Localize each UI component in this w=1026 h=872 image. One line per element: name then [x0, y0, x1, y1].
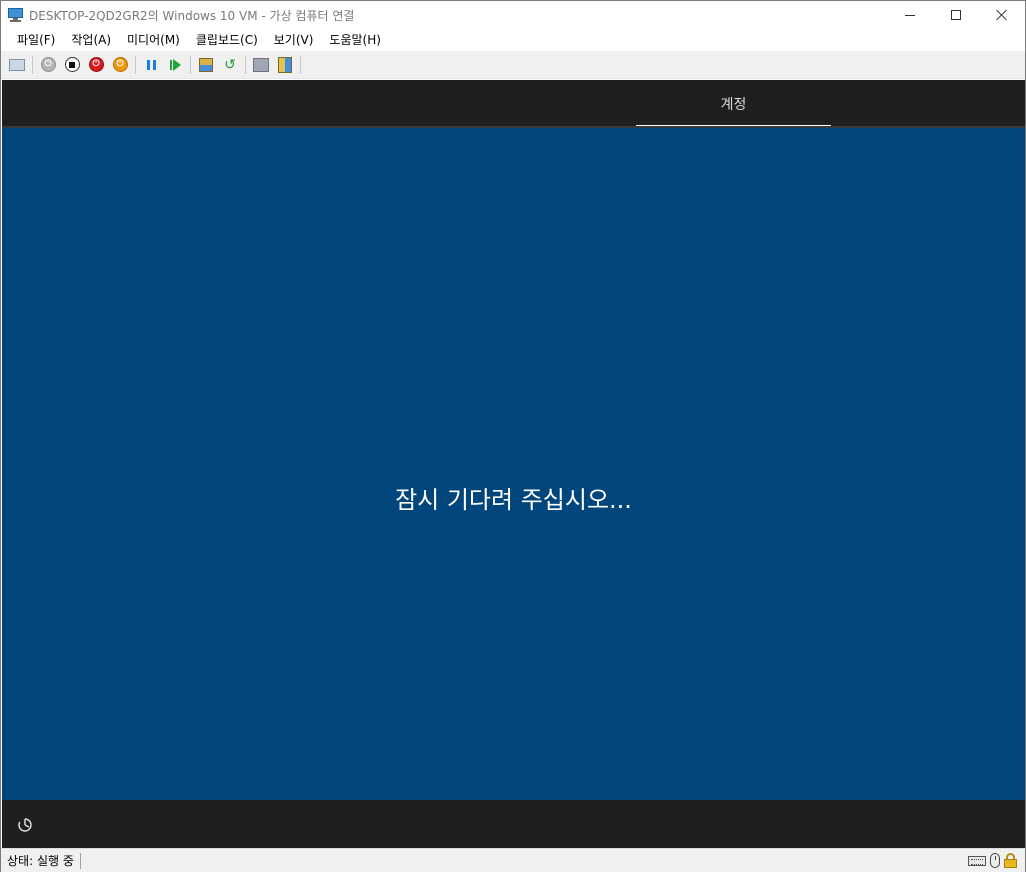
close-button[interactable] — [979, 1, 1025, 29]
ctrl-alt-del-button[interactable] — [5, 54, 29, 76]
ease-of-access-icon[interactable] — [16, 816, 34, 834]
mouse-icon — [990, 853, 1000, 868]
enhanced-session-button[interactable] — [249, 54, 273, 76]
shut-down-icon: ⏻ — [88, 57, 104, 72]
maximize-button[interactable] — [933, 1, 979, 29]
toolbar-separator — [135, 55, 136, 74]
tab-account-label: 계정 — [720, 97, 747, 113]
share-icon — [278, 56, 292, 73]
ctrl-alt-del-icon — [9, 58, 25, 71]
toolbar-separator — [300, 55, 301, 74]
toolbar-separator — [32, 55, 33, 74]
close-icon — [996, 9, 1008, 21]
oobe-footer — [2, 800, 1025, 848]
keyboard-icon — [968, 855, 986, 866]
minimize-icon — [905, 14, 915, 16]
tab-account[interactable]: 계정 — [636, 80, 831, 128]
menu-file[interactable]: 파일(F) — [9, 29, 63, 51]
pause-button[interactable] — [139, 54, 163, 76]
menu-clipboard[interactable]: 클립보드(C) — [188, 29, 266, 51]
resume-button[interactable] — [163, 54, 187, 76]
start-icon: ⏻ — [40, 57, 56, 72]
header-divider — [2, 126, 1025, 128]
window-controls — [887, 1, 1025, 29]
turn-off-icon — [64, 57, 80, 72]
revert-button[interactable]: ↺ — [218, 54, 242, 76]
maximize-icon — [951, 10, 961, 20]
revert-icon: ↺ — [224, 56, 236, 73]
turn-off-button[interactable] — [60, 54, 84, 76]
checkpoint-icon — [199, 57, 213, 72]
toolbar-separator — [245, 55, 246, 74]
minimize-button[interactable] — [887, 1, 933, 29]
menu-view[interactable]: 보기(V) — [266, 29, 322, 51]
status-text: 상태: 실행 중 — [7, 852, 81, 869]
shut-down-button[interactable]: ⏻ — [84, 54, 108, 76]
resume-icon — [169, 58, 181, 71]
vm-connect-app-icon — [7, 7, 25, 23]
vm-display[interactable]: 계정 잠시 기다려 주십시오... — [2, 80, 1025, 848]
status-icons — [968, 853, 1017, 868]
window-title: DESKTOP-2QD2GR2의 Windows 10 VM - 가상 컴퓨터 … — [29, 8, 355, 23]
toolbar-separator — [190, 55, 191, 74]
lock-icon — [1004, 853, 1017, 868]
checkpoint-button[interactable] — [194, 54, 218, 76]
save-button[interactable]: ⏻ — [108, 54, 132, 76]
toolbar: ⏻ ⏻ ⏻ ↺ — [1, 51, 1025, 79]
pause-icon — [146, 59, 156, 70]
start-button[interactable]: ⏻ — [36, 54, 60, 76]
menu-help[interactable]: 도움말(H) — [321, 29, 389, 51]
oobe-header: 계정 — [2, 80, 1025, 128]
menu-bar: 파일(F) 작업(A) 미디어(M) 클립보드(C) 보기(V) 도움말(H) — [1, 29, 1025, 51]
menu-action[interactable]: 작업(A) — [63, 29, 119, 51]
enhanced-session-icon — [253, 57, 269, 72]
share-button[interactable] — [273, 54, 297, 76]
title-bar: DESKTOP-2QD2GR2의 Windows 10 VM - 가상 컴퓨터 … — [1, 1, 1025, 29]
save-icon: ⏻ — [112, 57, 128, 72]
menu-media[interactable]: 미디어(M) — [119, 29, 188, 51]
status-bar: 상태: 실행 중 — [1, 848, 1025, 872]
please-wait-message: 잠시 기다려 주십시오... — [395, 486, 632, 514]
vm-connection-window: DESKTOP-2QD2GR2의 Windows 10 VM - 가상 컴퓨터 … — [0, 0, 1026, 872]
